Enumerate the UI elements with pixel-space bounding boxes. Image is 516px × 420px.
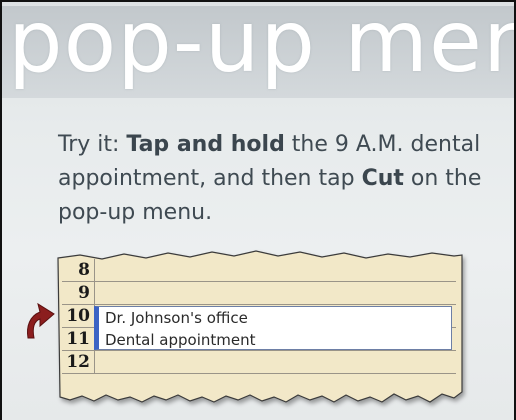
dental-appointment[interactable]: Dr. Johnson's office Dental appointment (94, 306, 452, 350)
hour-label: 8 (62, 259, 95, 281)
calendar-snippet: 8 9 10 11 12 Dr. Johnson's office Dental… (50, 242, 470, 414)
appointment-subject: Dental appointment (105, 331, 256, 349)
hour-cell[interactable] (95, 351, 456, 373)
instruction-lead: Try it: (58, 132, 127, 157)
hour-cell[interactable] (95, 259, 456, 281)
screen-photo: pop-up menus Try it: Tap and hold the 9 … (0, 0, 516, 420)
instruction-cut: Cut (361, 166, 404, 191)
appointment-location: Dr. Johnson's office (105, 309, 248, 327)
instruction-tap-and-hold: Tap and hold (126, 132, 285, 157)
hour-label: 10 (62, 305, 95, 327)
hour-cell[interactable] (95, 282, 456, 304)
curved-arrow-icon (27, 302, 55, 339)
hour-row[interactable]: 8 (62, 259, 456, 282)
hour-label: 12 (62, 351, 95, 373)
hour-label: 11 (62, 328, 95, 350)
hour-row[interactable]: 9 (62, 282, 456, 305)
title-banner: pop-up menus (0, 6, 516, 98)
calendar-grid: 8 9 10 11 12 Dr. Johnson's office Dental… (62, 259, 456, 374)
instruction-text: Try it: Tap and hold the 9 A.M. dental a… (58, 128, 498, 230)
page-title: pop-up menus (8, 6, 516, 92)
hour-row[interactable]: 12 (62, 351, 456, 374)
hour-label: 9 (62, 282, 95, 304)
